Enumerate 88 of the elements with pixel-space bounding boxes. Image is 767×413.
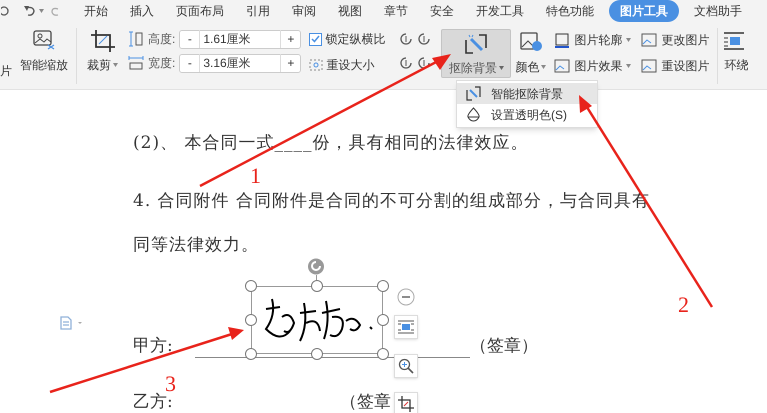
ribbon-tab[interactable]: 章节: [373, 2, 419, 20]
menu-item[interactable]: 设置透明色(S): [457, 104, 597, 125]
zoom-in-button[interactable]: [394, 354, 418, 378]
flip-vertical-icon[interactable]: [399, 56, 414, 70]
flip-horizontal-icon[interactable]: [417, 56, 432, 70]
paragraph-text: 同等法律效力。: [133, 234, 260, 257]
crop-button[interactable]: 裁剪: [87, 30, 118, 74]
caret-icon: [626, 64, 632, 68]
crop-icon: [90, 30, 114, 52]
reset-picture-button[interactable]: 重设图片: [641, 57, 710, 75]
increase-button[interactable]: +: [280, 54, 300, 72]
height-field[interactable]: - 1.61厘米 +: [179, 30, 302, 48]
crop-button[interactable]: [394, 392, 418, 413]
minus-circle-icon[interactable]: [397, 288, 415, 306]
ribbon-tab[interactable]: 视图: [327, 2, 373, 20]
resize-handle[interactable]: [245, 314, 257, 326]
zoom-in-icon: [398, 358, 414, 374]
height-label: 高度:: [148, 31, 176, 48]
ribbon-tab[interactable]: 文档助手: [683, 2, 753, 20]
ribbon-tab[interactable]: 引用: [235, 2, 281, 20]
ribbon-tab[interactable]: 插入: [119, 2, 165, 20]
crop-icon: [398, 396, 414, 412]
checkmark-icon: [311, 35, 320, 43]
height-icon: [128, 31, 144, 47]
resize-handle[interactable]: [311, 280, 323, 292]
ribbon-tab[interactable]: 开始: [73, 2, 119, 20]
annotation-number: 3: [165, 374, 176, 393]
color-button[interactable]: 颜色: [515, 32, 546, 76]
ribbon-tab[interactable]: 页面布局: [165, 2, 235, 20]
rotate-right-icon[interactable]: [417, 32, 432, 46]
water-drop-icon: [466, 107, 481, 122]
picture-icon: [641, 32, 658, 48]
annotation-number: 1: [250, 166, 261, 185]
frame-icon: [554, 32, 570, 48]
height-value: 1.61厘米: [202, 31, 252, 48]
picture-icon: [554, 58, 570, 74]
seal-label: （签章）: [470, 335, 538, 358]
menu-item[interactable]: 智能抠除背景: [457, 83, 597, 104]
caret-icon: [498, 66, 504, 70]
party-b-label: 乙方:: [133, 392, 173, 413]
wrap-button[interactable]: 环绕: [724, 32, 748, 74]
ribbon-tab[interactable]: 安全: [419, 2, 465, 20]
decrease-button[interactable]: -: [180, 54, 200, 72]
picture-color-icon: [520, 32, 542, 52]
party-a-label: 甲方:: [133, 335, 173, 358]
decrease-button[interactable]: -: [180, 30, 200, 48]
change-picture-button[interactable]: 更改图片: [641, 31, 710, 49]
ribbon-label[interactable]: 片: [0, 62, 12, 80]
magic-wand-icon: [465, 34, 488, 54]
picture-outline-button[interactable]: 图片轮廓: [554, 31, 632, 49]
magic-wand-icon: [466, 86, 481, 101]
caret-icon: [626, 38, 632, 42]
caret-icon: [541, 65, 546, 69]
width-icon: [128, 55, 144, 71]
increase-button[interactable]: +: [280, 30, 300, 48]
ribbon-tab[interactable]: 开发工具: [465, 2, 535, 20]
undo-icon[interactable]: [23, 5, 37, 17]
ribbon-tab[interactable]: 特色功能: [535, 2, 605, 20]
reset-size-button[interactable]: 重设大小: [309, 56, 386, 74]
picture-effects-button[interactable]: 图片效果: [554, 57, 632, 75]
signature-image[interactable]: [251, 286, 383, 354]
ribbon-tab[interactable]: 审阅: [281, 2, 327, 20]
picture-zoom-icon: [33, 30, 55, 50]
resize-handle[interactable]: [245, 348, 257, 360]
text-wrap-icon: [724, 32, 744, 50]
resize-handle[interactable]: [311, 348, 323, 360]
text-wrap-icon: [398, 320, 414, 334]
width-field[interactable]: - 3.16厘米 +: [179, 54, 302, 72]
remove-background-button[interactable]: 抠除背景: [441, 29, 512, 78]
width-label: 宽度:: [148, 55, 176, 72]
rotate-handle-icon[interactable]: [307, 258, 325, 275]
dropdown-caret-icon[interactable]: [39, 9, 44, 13]
smart-zoom-button[interactable]: 智能缩放: [20, 30, 68, 74]
resize-handle[interactable]: [377, 280, 389, 292]
annotation-number: 2: [678, 295, 689, 314]
resize-handle[interactable]: [245, 280, 257, 292]
width-value: 3.16厘米: [202, 55, 252, 72]
resize-icon: [309, 59, 324, 71]
resize-handle[interactable]: [377, 314, 389, 326]
seal-label: （签章: [340, 391, 391, 413]
lock-ratio-checkbox[interactable]: 锁定纵横比: [309, 30, 386, 48]
layout-options-button[interactable]: [394, 315, 418, 339]
preview-icon[interactable]: [1, 5, 11, 17]
rotate-left-icon[interactable]: [399, 32, 414, 46]
caret-icon: [113, 63, 118, 67]
checkbox[interactable]: [309, 32, 322, 46]
resize-handle[interactable]: [377, 348, 389, 360]
picture-icon: [641, 58, 658, 74]
